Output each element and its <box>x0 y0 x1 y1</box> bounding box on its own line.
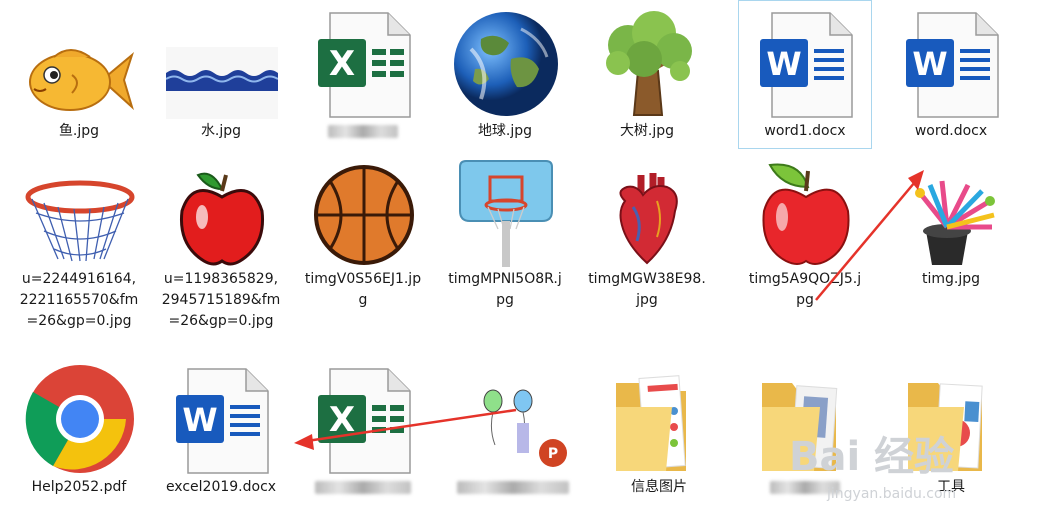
file-name-redacted <box>297 477 429 501</box>
svg-text:W: W <box>912 45 947 83</box>
file-grid: 鱼.jpg 水.jpg X 地球.jpg 大树.jpg W word1.docx… <box>0 0 1045 526</box>
file-item[interactable]: timg5A9QOZJ5.jpg <box>738 148 872 318</box>
balloons-powerpoint-icon: P <box>447 357 581 475</box>
word-file-icon: W <box>885 1 1019 119</box>
backboard-image-icon <box>439 149 573 267</box>
file-item[interactable]: X <box>296 356 430 508</box>
fish-image-icon <box>13 1 147 119</box>
apple-image-icon <box>739 149 873 267</box>
file-item-selected[interactable]: W word1.docx <box>738 0 872 149</box>
file-item[interactable]: 大树.jpg <box>580 0 714 149</box>
earth-image-icon <box>439 1 573 119</box>
svg-text:X: X <box>329 400 355 440</box>
file-item[interactable]: 水.jpg <box>154 0 288 149</box>
file-item[interactable]: 地球.jpg <box>438 0 572 149</box>
tree-image-icon <box>581 1 715 119</box>
file-item[interactable]: timgV0S56EJ1.jpg <box>296 148 430 318</box>
file-item[interactable]: P <box>446 356 580 508</box>
excel-file-icon: X <box>297 1 431 119</box>
file-name-redacted <box>739 477 871 501</box>
file-item[interactable]: timg.jpg <box>884 148 1018 297</box>
file-name-redacted <box>447 477 579 501</box>
svg-text:W: W <box>766 45 801 83</box>
svg-text:X: X <box>329 44 355 84</box>
folder-icon <box>593 357 727 475</box>
file-name: word.docx <box>914 123 988 139</box>
magic-hat-image-icon <box>885 149 1019 267</box>
file-name: word1.docx <box>764 123 846 139</box>
file-name: 地球.jpg <box>477 123 533 139</box>
file-item[interactable]: 鱼.jpg <box>12 0 146 149</box>
water-image-icon <box>155 1 289 119</box>
word-file-icon: W <box>739 1 873 119</box>
file-item[interactable]: u=1198365829,2945715189&fm=26&gp=0.jpg <box>154 148 288 339</box>
file-name: u=1198365829,2945715189&fm=26&gp=0.jpg <box>161 271 281 329</box>
file-item[interactable]: 工具 <box>884 356 1018 505</box>
file-name: timg.jpg <box>921 271 981 287</box>
svg-text:P: P <box>548 446 558 462</box>
file-name: 信息图片 <box>631 479 687 495</box>
apple-image-icon <box>155 149 289 267</box>
word-file-icon: W <box>155 357 289 475</box>
file-item[interactable]: X <box>296 0 430 152</box>
file-name: 工具 <box>937 479 965 495</box>
file-name: 鱼.jpg <box>58 123 100 139</box>
file-item[interactable]: timgMPNI5O8R.jpg <box>438 148 572 318</box>
file-name: timgMGW38E98.jpg <box>588 271 706 308</box>
file-item[interactable]: u=2244916164,2221165570&fm=26&gp=0.jpg <box>12 148 146 339</box>
basketball-hoop-image-icon <box>13 149 147 267</box>
file-item[interactable]: W excel2019.docx <box>154 356 288 505</box>
basketball-image-icon <box>297 149 431 267</box>
file-name: Help2052.pdf <box>31 479 127 495</box>
file-item[interactable]: 信息图片 <box>592 356 726 505</box>
file-name: 水.jpg <box>200 123 242 139</box>
svg-text:W: W <box>182 401 217 439</box>
heart-image-icon <box>581 149 715 267</box>
chrome-pdf-icon <box>13 357 147 475</box>
file-item[interactable]: W word.docx <box>884 0 1018 149</box>
file-name: timgV0S56EJ1.jpg <box>304 271 422 308</box>
file-item[interactable] <box>738 356 872 508</box>
file-name: 大树.jpg <box>619 123 675 139</box>
file-name-redacted <box>297 121 429 145</box>
excel-file-icon: X <box>297 357 431 475</box>
file-name: excel2019.docx <box>165 479 277 495</box>
file-item[interactable]: timgMGW38E98.jpg <box>580 148 714 318</box>
file-name: u=2244916164,2221165570&fm=26&gp=0.jpg <box>19 271 139 329</box>
file-name: timgMPNI5O8R.jpg <box>448 271 562 308</box>
file-item[interactable]: Help2052.pdf <box>12 356 146 505</box>
folder-icon <box>739 357 873 475</box>
folder-icon <box>885 357 1019 475</box>
file-name: timg5A9QOZJ5.jpg <box>748 271 862 308</box>
